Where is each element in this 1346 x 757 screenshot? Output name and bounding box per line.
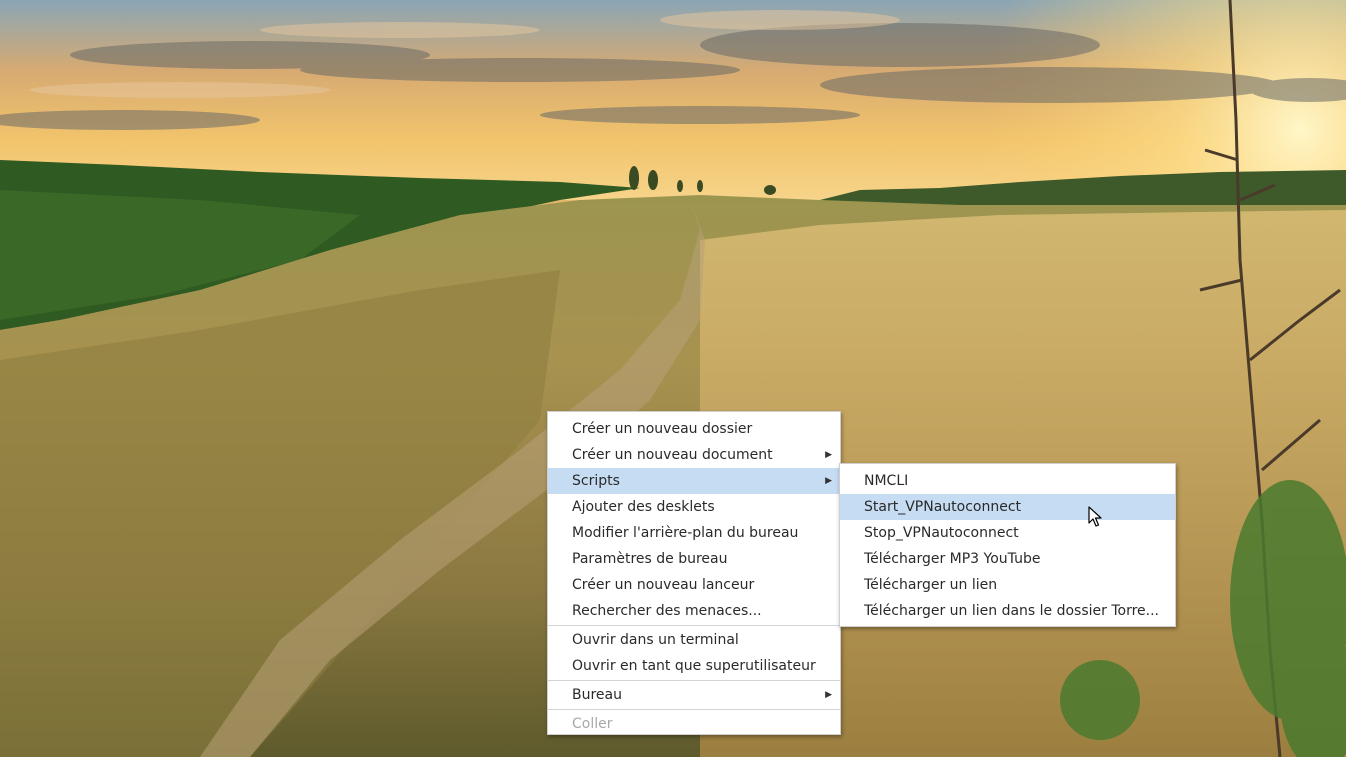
menu-item-desktop-settings[interactable]: Paramètres de bureau [548,546,840,572]
submenu-item-start-vpn[interactable]: Start_VPNautoconnect [840,494,1175,520]
mouse-pointer-icon [1088,506,1102,527]
desktop-background[interactable]: Créer un nouveau dossier Créer un nouvea… [0,0,1346,757]
chevron-right-icon: ▶ [825,476,832,486]
menu-item-scan-threats[interactable]: Rechercher des menaces... [548,598,840,624]
menu-item-create-document[interactable]: Créer un nouveau document ▶ [548,442,840,468]
menu-item-label: Ouvrir dans un terminal [572,632,739,648]
menu-item-label: Ajouter des desklets [572,499,715,515]
menu-item-add-desklets[interactable]: Ajouter des desklets [548,494,840,520]
menu-item-label: Coller [572,716,613,732]
menu-item-label: Ouvrir en tant que superutilisateur [572,658,816,674]
submenu-item-label: Stop_VPNautoconnect [864,525,1019,541]
submenu-item-download-link-torrent[interactable]: Télécharger un lien dans le dossier Torr… [840,598,1175,624]
submenu-item-label: NMCLI [864,473,909,489]
submenu-item-download-mp3[interactable]: Télécharger MP3 YouTube [840,546,1175,572]
menu-item-open-terminal[interactable]: Ouvrir dans un terminal [548,627,840,653]
chevron-right-icon: ▶ [825,690,832,700]
chevron-right-icon: ▶ [825,450,832,460]
menu-separator [548,680,840,681]
menu-item-open-as-root[interactable]: Ouvrir en tant que superutilisateur [548,653,840,679]
menu-separator [548,709,840,710]
submenu-item-nmcli[interactable]: NMCLI [840,468,1175,494]
menu-item-create-launcher[interactable]: Créer un nouveau lanceur [548,572,840,598]
menu-item-label: Paramètres de bureau [572,551,728,567]
submenu-item-label: Télécharger un lien [864,577,998,593]
menu-item-bureau[interactable]: Bureau ▶ [548,682,840,708]
submenu-item-label: Start_VPNautoconnect [864,499,1022,515]
menu-separator [548,625,840,626]
menu-item-change-background[interactable]: Modifier l'arrière-plan du bureau [548,520,840,546]
menu-item-label: Créer un nouveau document [572,447,773,463]
menu-item-scripts[interactable]: Scripts ▶ [548,468,840,494]
menu-item-label: Rechercher des menaces... [572,603,762,619]
submenu-item-download-link[interactable]: Télécharger un lien [840,572,1175,598]
desktop-context-menu: Créer un nouveau dossier Créer un nouvea… [547,411,841,735]
submenu-item-stop-vpn[interactable]: Stop_VPNautoconnect [840,520,1175,546]
menu-item-label: Créer un nouveau dossier [572,421,753,437]
menu-item-create-folder[interactable]: Créer un nouveau dossier [548,416,840,442]
submenu-item-label: Télécharger MP3 YouTube [864,551,1041,567]
menu-item-paste: Coller [548,711,840,737]
menu-item-label: Bureau [572,687,622,703]
menu-item-label: Modifier l'arrière-plan du bureau [572,525,799,541]
menu-item-label: Créer un nouveau lanceur [572,577,755,593]
submenu-item-label: Télécharger un lien dans le dossier Torr… [864,603,1160,619]
menu-item-label: Scripts [572,473,620,489]
scripts-submenu: NMCLI Start_VPNautoconnect Stop_VPNautoc… [839,463,1176,627]
